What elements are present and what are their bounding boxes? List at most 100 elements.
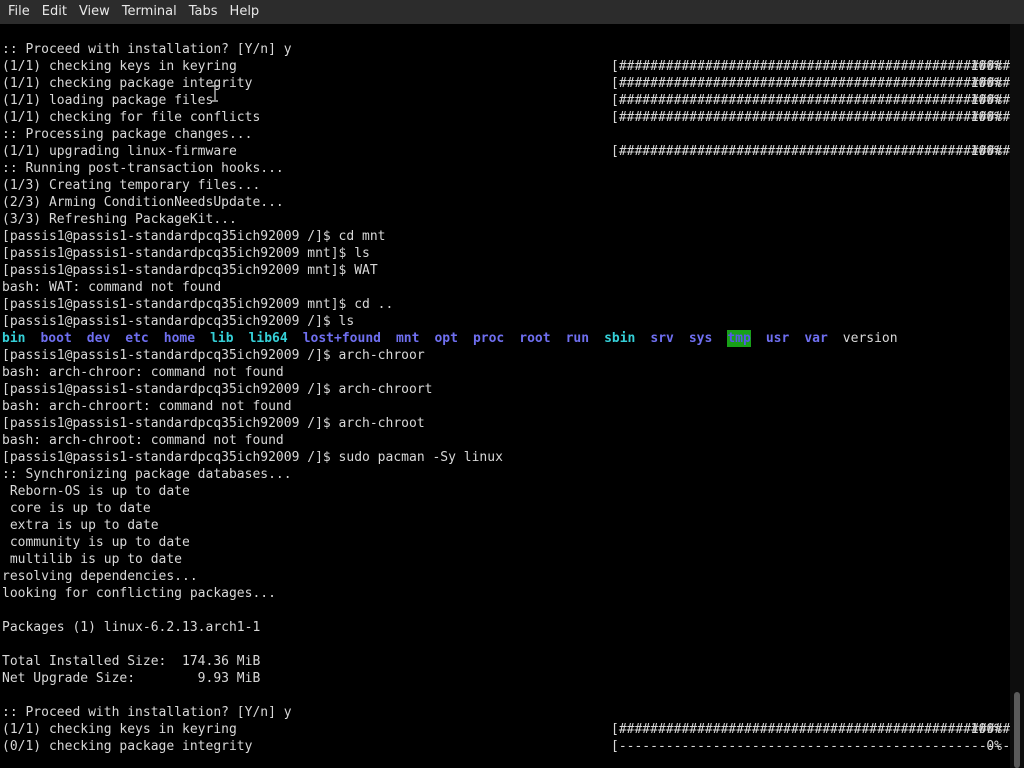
- terminal-line: [passis1@passis1-standardpcq35ich92009 m…: [2, 262, 1010, 279]
- terminal-line: [passis1@passis1-standardpcq35ich92009 /…: [2, 415, 1010, 432]
- terminal-line: [passis1@passis1-standardpcq35ich92009 /…: [2, 449, 1010, 466]
- terminal-lines: :: Proceed with installation? [Y/n] y(1/…: [2, 41, 1010, 755]
- terminal-line: (1/1) checking keys in keyring [#########…: [2, 721, 1010, 738]
- line-text: :: Running post-transaction hooks...: [2, 161, 284, 176]
- line-text: (1/1) checking for file conflicts: [2, 110, 261, 125]
- scrollbar-thumb[interactable]: [1014, 692, 1020, 768]
- terminal-line: community is up to date: [2, 534, 1010, 551]
- scrollbar[interactable]: [1010, 24, 1024, 768]
- line-text: (2/3) Arming ConditionNeedsUpdate...: [2, 195, 284, 210]
- terminal-line: looking for conflicting packages...: [2, 585, 1010, 602]
- terminal-line: Packages (1) linux-6.2.13.arch1-1: [2, 619, 1010, 636]
- terminal-line: (1/3) Creating temporary files...: [2, 177, 1010, 194]
- terminal-line: (1/1) loading package files [############…: [2, 92, 1010, 109]
- line-text: (0/1) checking package integrity: [2, 739, 253, 754]
- line-text: [passis1@passis1-standardpcq35ich92009 m…: [2, 246, 370, 261]
- terminal-line: :: Proceed with installation? [Y/n] y: [2, 704, 1010, 721]
- line-text: :: Processing package changes...: [2, 127, 253, 142]
- line-text: [passis1@passis1-standardpcq35ich92009 /…: [2, 348, 425, 363]
- line-text: resolving dependencies...: [2, 569, 198, 584]
- progress-percent: 100%: [970, 110, 1002, 125]
- terminal-line: Net Upgrade Size: 9.93 MiB: [2, 670, 1010, 687]
- ls-entry-link: lib: [210, 331, 234, 346]
- terminal-line: Total Installed Size: 174.36 MiB: [2, 653, 1010, 670]
- terminal-line: :: Processing package changes...: [2, 126, 1010, 143]
- ls-entry-link: sbin: [604, 331, 636, 346]
- line-text: bash: arch-chroort: command not found: [2, 399, 292, 414]
- progress-percent: 100%: [970, 59, 1002, 74]
- terminal-output[interactable]: :: Proceed with installation? [Y/n] y(1/…: [0, 24, 1010, 768]
- terminal-line: Reborn-OS is up to date: [2, 483, 1010, 500]
- terminal-line: [passis1@passis1-standardpcq35ich92009 /…: [2, 347, 1010, 364]
- progress-bar: [#######################################…: [611, 110, 1010, 125]
- line-text: [passis1@passis1-standardpcq35ich92009 /…: [2, 450, 503, 465]
- progress-bar: [#######################################…: [611, 722, 1010, 737]
- menu-edit[interactable]: Edit: [36, 0, 73, 24]
- line-text: bash: WAT: command not found: [2, 280, 222, 295]
- terminal-line: extra is up to date: [2, 517, 1010, 534]
- ls-entry-dir: dev: [86, 331, 111, 346]
- line-text: bash: arch-chroor: command not found: [2, 365, 284, 380]
- menu-file[interactable]: File: [2, 0, 36, 24]
- progress-bar: [---------------------------------------…: [611, 739, 1010, 754]
- terminal-line: resolving dependencies...: [2, 568, 1010, 585]
- line-text: (1/1) checking keys in keyring: [2, 722, 237, 737]
- line-text: Total Installed Size: 174.36 MiB: [2, 654, 261, 669]
- progress-bar: [#######################################…: [611, 76, 1010, 91]
- line-text: (1/1) upgrading linux-firmware: [2, 144, 237, 159]
- line-text: (3/3) Refreshing PackageKit...: [2, 212, 237, 227]
- menu-help[interactable]: Help: [224, 0, 266, 24]
- line-text: [passis1@passis1-standardpcq35ich92009 /…: [2, 382, 433, 397]
- terminal-line: :: Synchronizing package databases...: [2, 466, 1010, 483]
- ls-entry-dir: boot: [40, 331, 72, 346]
- terminal-line: (2/3) Arming ConditionNeedsUpdate...: [2, 194, 1010, 211]
- progress-bar: [#######################################…: [611, 144, 1010, 159]
- terminal-line: (0/1) checking package integrity [-------…: [2, 738, 1010, 755]
- line-text: core is up to date: [2, 501, 151, 516]
- line-text: [passis1@passis1-standardpcq35ich92009 /…: [2, 314, 355, 329]
- line-text: :: Synchronizing package databases...: [2, 467, 292, 482]
- terminal-line: (1/1) checking keys in keyring [#########…: [2, 58, 1010, 75]
- progress-percent: 100%: [970, 144, 1002, 159]
- terminal-line: multilib is up to date: [2, 551, 1010, 568]
- progress-percent: 100%: [970, 93, 1002, 108]
- terminal-line: bash: WAT: command not found: [2, 279, 1010, 296]
- menu-tabs[interactable]: Tabs: [183, 0, 224, 24]
- terminal-line: :: Running post-transaction hooks...: [2, 160, 1010, 177]
- terminal-line: [passis1@passis1-standardpcq35ich92009 /…: [2, 228, 1010, 245]
- terminal-line: (1/1) checking for file conflicts [######…: [2, 109, 1010, 126]
- line-text: (1/1) loading package files: [2, 93, 214, 108]
- line-text: extra is up to date: [2, 518, 159, 533]
- ls-entry-file: version: [842, 331, 898, 346]
- progress-percent: 100%: [970, 722, 1002, 737]
- menu-view[interactable]: View: [73, 0, 116, 24]
- ls-entry-dir: var: [804, 331, 828, 346]
- terminal-line: bash: arch-chroort: command not found: [2, 398, 1010, 415]
- progress-percent: 0%: [986, 739, 1002, 754]
- ls-entry-dir: sys: [688, 331, 713, 346]
- ls-entry-dir: opt: [434, 331, 458, 346]
- ls-entry-dir: etc: [125, 331, 149, 346]
- terminal-line: [passis1@passis1-standardpcq35ich92009 /…: [2, 313, 1010, 330]
- ls-entry-dir: home: [163, 331, 196, 346]
- line-text: :: Proceed with installation? [Y/n] y: [2, 42, 292, 57]
- ls-entry-dir: mnt: [395, 331, 420, 346]
- line-text: :: Proceed with installation? [Y/n] y: [2, 705, 292, 720]
- line-text: [passis1@passis1-standardpcq35ich92009 /…: [2, 229, 386, 244]
- terminal-line: (3/3) Refreshing PackageKit...: [2, 211, 1010, 228]
- terminal-line: bash: arch-chroot: command not found: [2, 432, 1010, 449]
- terminal-line: [passis1@passis1-standardpcq35ich92009 m…: [2, 245, 1010, 262]
- menu-bar: File Edit View Terminal Tabs Help: [0, 0, 1024, 24]
- ls-output-line: bin boot dev etc home lib lib64 lost+found mnt op…: [2, 330, 1010, 347]
- terminal-line: [passis1@passis1-standardpcq35ich92009 m…: [2, 296, 1010, 313]
- terminal-line: core is up to date: [2, 500, 1010, 517]
- ls-entry-link: lib64: [248, 331, 288, 346]
- ls-entry-dir: run: [565, 331, 590, 346]
- line-text: bash: arch-chroot: command not found: [2, 433, 284, 448]
- terminal-line: :: Proceed with installation? [Y/n] y: [2, 41, 1010, 58]
- text-cursor-icon: [212, 85, 218, 102]
- line-text: [passis1@passis1-standardpcq35ich92009 m…: [2, 263, 378, 278]
- menu-terminal[interactable]: Terminal: [116, 0, 183, 24]
- ls-entry-link: bin: [2, 331, 26, 346]
